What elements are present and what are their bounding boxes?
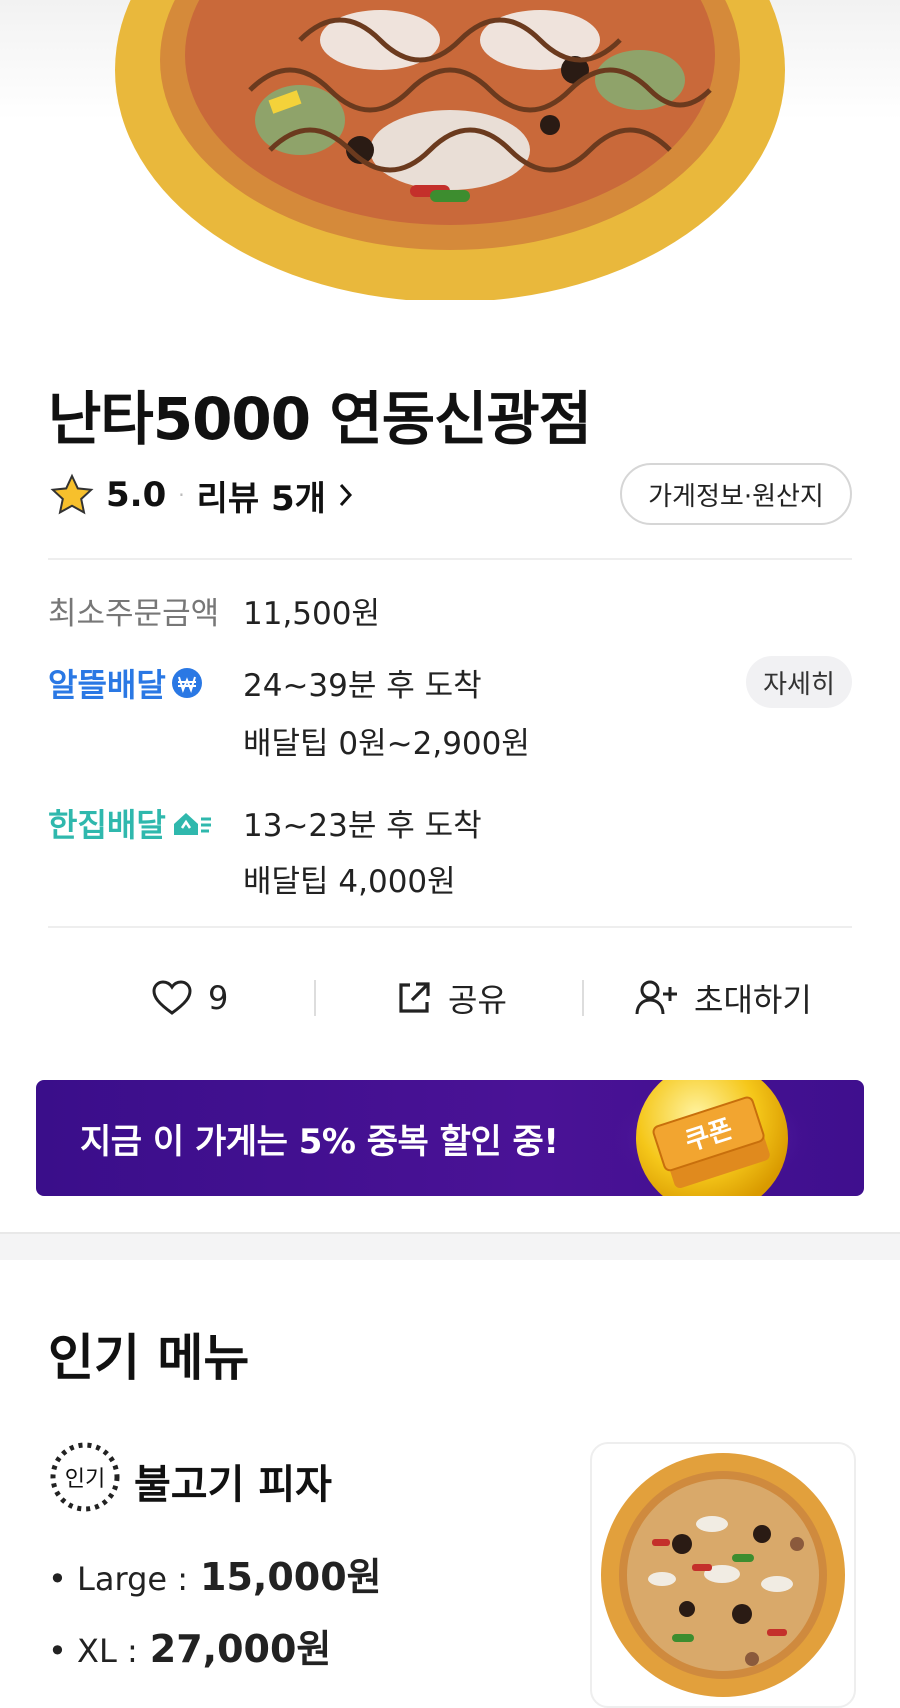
menu-item-name[interactable]: 불고기 피자: [134, 1452, 332, 1510]
fast-home-icon: [173, 813, 211, 835]
invite-label: 초대하기: [694, 981, 812, 1019]
store-info-button[interactable]: 가게정보·원산지: [620, 463, 852, 525]
alddeul-delivery-label: 알뜰배달: [48, 660, 204, 706]
menu-item-image[interactable]: [590, 1442, 856, 1708]
alddeul-delivery-text: 알뜰배달: [48, 666, 166, 704]
share-icon: [399, 982, 430, 1013]
review-link-label: 리뷰 5개: [196, 478, 326, 519]
popular-badge-icon: 인기: [50, 1442, 120, 1512]
coupon-coin-icon: 쿠폰: [612, 1080, 812, 1196]
rating-separator: ·: [178, 483, 185, 507]
size-label: • XL :: [48, 1632, 138, 1670]
hanjip-delivery-text: 한집배달: [48, 806, 166, 844]
menu-price-xl: • XL : 27,000원: [48, 1618, 331, 1673]
min-order-value: 11,500원: [243, 596, 380, 632]
divider: [48, 926, 852, 928]
hanjip-delivery-time: 13~23분 후 도착: [243, 808, 482, 844]
share-button[interactable]: 공유: [396, 968, 507, 1028]
discount-banner[interactable]: 지금 이 가게는 5% 중복 할인 중! 쿠폰: [36, 1080, 864, 1196]
delivery-detail-button[interactable]: 자세히: [746, 656, 852, 708]
won-coin-icon: [171, 668, 202, 698]
share-label: 공유: [448, 981, 507, 1019]
hanjip-delivery-label: 한집배달: [48, 800, 214, 846]
like-button[interactable]: 9: [152, 968, 228, 1028]
hanjip-delivery-tip: 배달팁 4,000원: [243, 864, 456, 900]
rating-value: 5.0: [106, 475, 167, 515]
size-label: • Large :: [48, 1560, 189, 1598]
chevron-right-icon: [339, 483, 352, 507]
divider: [48, 558, 852, 560]
alddeul-delivery-time: 24~39분 후 도착: [243, 668, 482, 704]
invite-button[interactable]: 초대하기: [634, 968, 812, 1028]
menu-price-large: • Large : 15,000원: [48, 1546, 382, 1601]
alddeul-delivery-tip: 배달팁 0원~2,900원: [243, 726, 530, 762]
review-link[interactable]: 리뷰 5개: [197, 471, 354, 520]
like-count: 9: [208, 979, 229, 1017]
add-person-icon: [635, 980, 677, 1015]
size-price: 27,000원: [149, 1627, 332, 1671]
store-hero-image: [0, 0, 900, 300]
popular-badge: 인기: [48, 1440, 122, 1514]
size-price: 15,000원: [200, 1555, 382, 1599]
store-actions: 9 공유 초대하기: [48, 968, 852, 1028]
heart-icon: [152, 980, 192, 1015]
rating-row: 5.0 · 리뷰 5개: [48, 470, 354, 520]
star-icon: [50, 473, 94, 515]
action-separator: [582, 980, 584, 1016]
banner-text: 지금 이 가게는 5% 중복 할인 중!: [80, 1121, 559, 1162]
action-separator: [314, 980, 316, 1016]
min-order-label: 최소주문금액: [48, 596, 220, 632]
store-name: 난타5000 연동신광점: [48, 385, 592, 453]
section-gap: [0, 1232, 900, 1260]
popular-menu-title: 인기 메뉴: [48, 1329, 250, 1387]
popular-badge-label: 인기: [65, 1467, 105, 1492]
